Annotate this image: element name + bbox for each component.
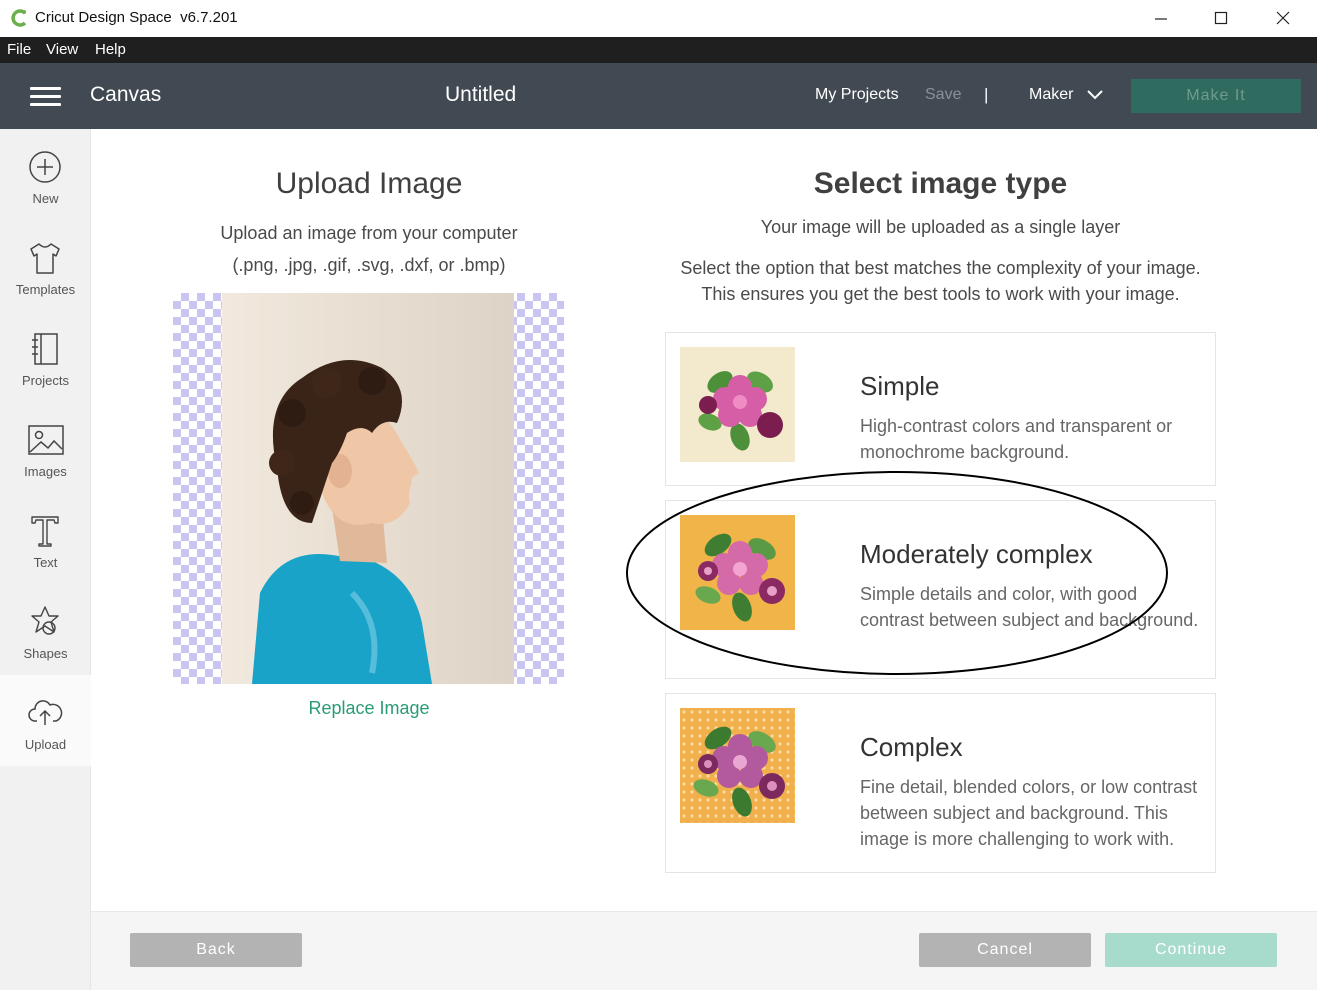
upload-instruction-line: Upload an image from your computer (220, 223, 518, 243)
sidebar-item-label: Templates (15, 282, 76, 297)
image-preview (173, 293, 564, 684)
minimize-icon (1155, 18, 1167, 20)
cloud-upload-icon (28, 700, 63, 725)
cancel-button[interactable]: Cancel (919, 933, 1091, 967)
notebook-icon (32, 333, 58, 365)
close-button[interactable] (1253, 0, 1313, 36)
sidebar-item-label: Projects (22, 373, 69, 388)
section-title: Canvas (90, 83, 162, 106)
close-icon (1276, 11, 1290, 25)
upload-formats-line: (.png, .jpg, .gif, .svg, .dxf, or .bmp) (232, 255, 506, 275)
tshirt-icon (30, 243, 60, 274)
highlight-ellipse (626, 471, 1168, 675)
header-separator: | (984, 85, 989, 104)
select-type-heading: Select image type (813, 167, 1068, 200)
plus-circle-icon (29, 151, 61, 183)
option-simple[interactable]: Simple High-contrast colors and transpar… (665, 332, 1216, 486)
save-link[interactable]: Save (925, 86, 961, 104)
sidebar-item-label: Shapes (23, 646, 68, 661)
replace-image-link[interactable]: Replace Image (91, 698, 647, 719)
project-title: Untitled (445, 83, 517, 106)
menu-file[interactable]: File (7, 41, 31, 58)
child-profile-photo (222, 293, 514, 684)
image-icon (28, 425, 64, 455)
option-description: High-contrast colors and transparent or … (860, 416, 1173, 462)
back-button[interactable]: Back (130, 933, 302, 967)
chevron-down-icon[interactable] (1086, 89, 1104, 101)
minimize-button[interactable] (1131, 0, 1191, 36)
app-header: Canvas Untitled My Projects Save | Maker… (0, 63, 1317, 129)
machine-select[interactable]: Maker (1029, 86, 1073, 104)
sidebar-item-projects[interactable]: Projects (0, 311, 91, 402)
simple-flower-thumbnail (680, 347, 795, 462)
hamburger-menu-icon[interactable] (30, 87, 61, 107)
menu-bar: File View Help (0, 37, 1317, 63)
option-title: Simple (860, 371, 940, 401)
sidebar-item-images[interactable]: Images (0, 402, 91, 493)
my-projects-link[interactable]: My Projects (815, 86, 899, 104)
cricut-logo-icon (11, 9, 27, 27)
sidebar-item-label: Images (24, 464, 67, 479)
app-window: Cricut Design Space v6.7.201 File View H… (0, 0, 1317, 990)
shapes-icon (31, 606, 59, 635)
select-instruction-line: This ensures you get the best tools to w… (701, 284, 1180, 304)
sidebar-item-upload[interactable]: Upload (0, 675, 91, 766)
sidebar-item-label: New (32, 191, 59, 206)
select-instruction-line: Select the option that best matches the … (680, 258, 1201, 278)
option-complex[interactable]: Complex Fine detail, blended colors, or … (665, 693, 1216, 873)
maximize-button[interactable] (1191, 0, 1251, 36)
select-instructions: Select the option that best matches the … (665, 255, 1216, 307)
left-sidebar: New Templates Projects Images Text Shape… (0, 129, 91, 990)
window-title: Cricut Design Space v6.7.201 (35, 9, 238, 26)
upload-instructions: Upload an image from your computer (.png… (91, 217, 647, 281)
continue-button[interactable]: Continue (1105, 933, 1277, 967)
sidebar-item-label: Upload (24, 737, 67, 752)
title-bar: Cricut Design Space v6.7.201 (0, 0, 1317, 37)
uploaded-photo (222, 293, 514, 684)
option-description: Fine detail, blended colors, or low cont… (860, 777, 1198, 849)
sidebar-item-label: Text (33, 555, 58, 570)
sidebar-item-templates[interactable]: Templates (0, 220, 91, 311)
maximize-icon (1214, 11, 1228, 25)
menu-help[interactable]: Help (95, 41, 126, 58)
sidebar-item-shapes[interactable]: Shapes (0, 584, 91, 675)
option-title: Complex (860, 732, 963, 762)
text-icon (31, 516, 59, 547)
sidebar-item-new[interactable]: New (0, 129, 91, 220)
menu-view[interactable]: View (46, 41, 78, 58)
upload-heading: Upload Image (275, 167, 463, 200)
single-layer-note: Your image will be uploaded as a single … (760, 217, 1121, 237)
make-it-button[interactable]: Make It (1131, 79, 1301, 113)
complex-flower-thumbnail (680, 708, 795, 823)
sidebar-item-text[interactable]: Text (0, 493, 91, 584)
